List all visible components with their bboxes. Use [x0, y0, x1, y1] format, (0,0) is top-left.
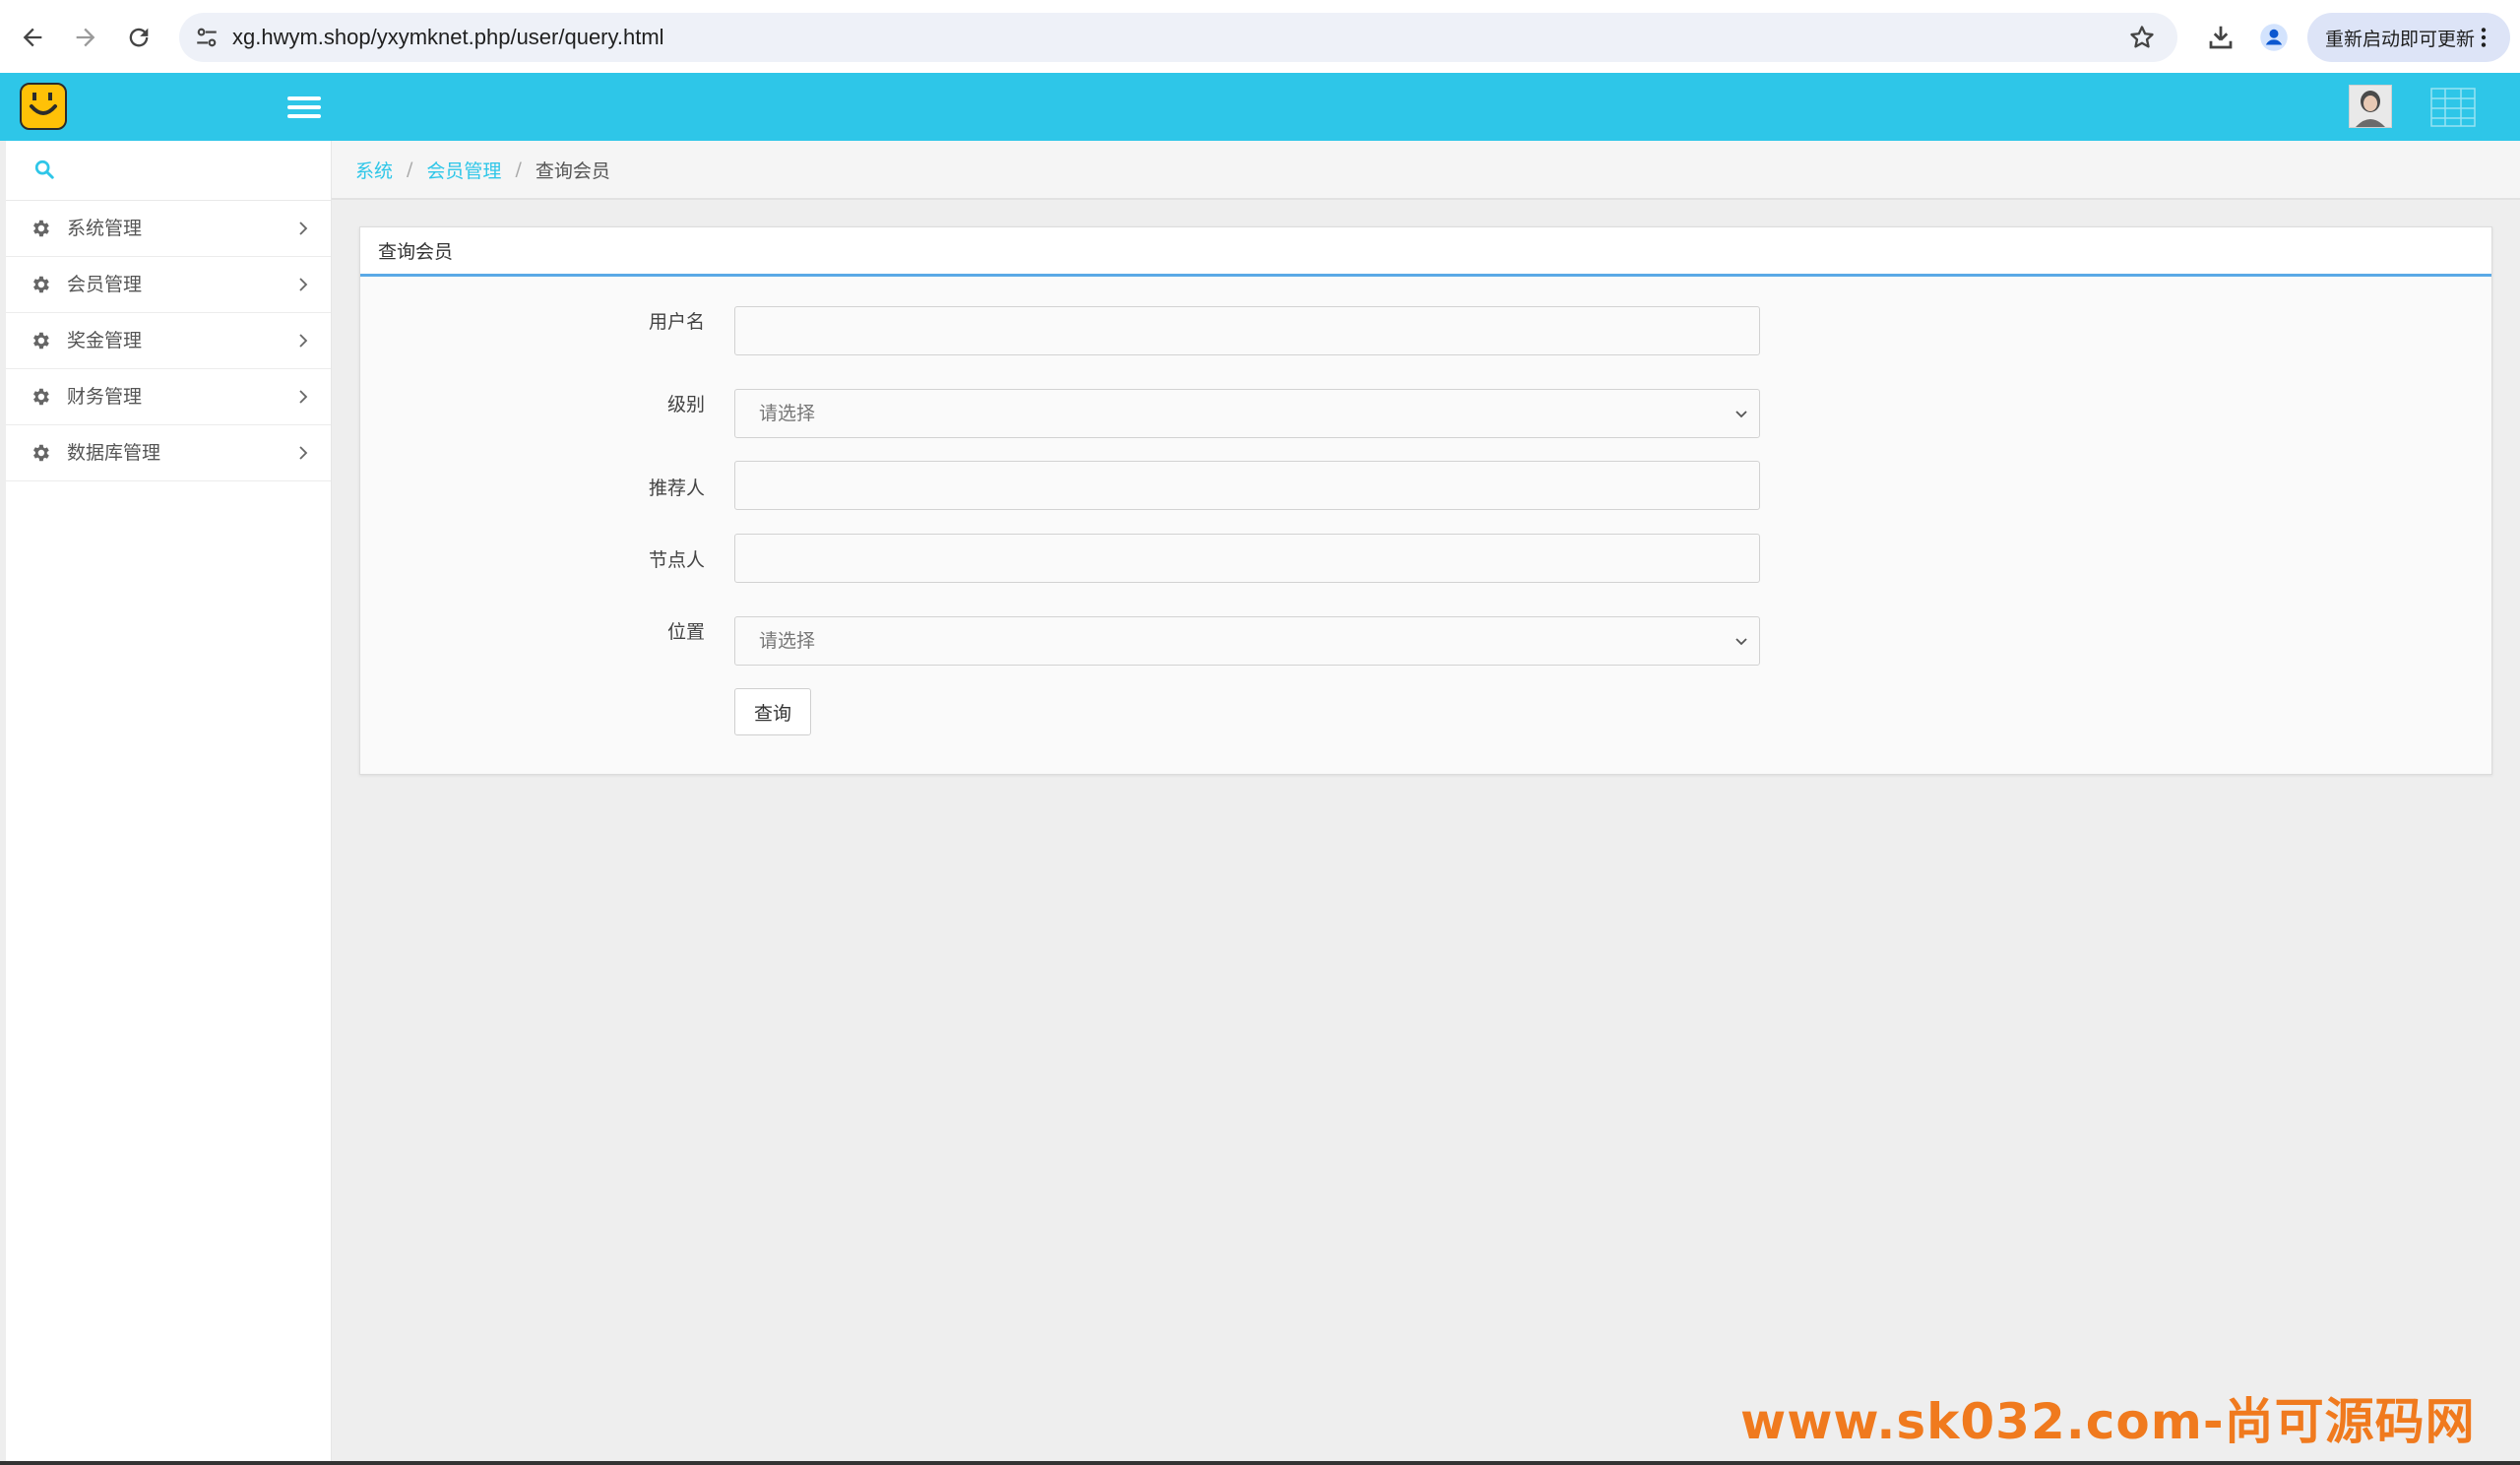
- tune-icon: [197, 28, 217, 47]
- sidebar: 系统管理 会员管理 奖金管理 财务管理 数据库管理: [6, 141, 332, 1465]
- sidebar-item-system[interactable]: 系统管理: [6, 201, 331, 257]
- download-button[interactable]: [2201, 18, 2240, 57]
- referrer-input[interactable]: [734, 461, 1760, 510]
- chevron-right-icon: [299, 222, 308, 235]
- sidebar-item-finance[interactable]: 财务管理: [6, 369, 331, 425]
- browser-toolbar: xg.hwym.shop/yxymknet.php/user/query.htm…: [0, 0, 2520, 74]
- gear-icon: [33, 388, 49, 406]
- chevron-down-icon: [1735, 638, 1747, 646]
- level-label: 级别: [666, 394, 705, 415]
- reload-button[interactable]: [116, 15, 161, 60]
- breadcrumb-link-members[interactable]: 会员管理: [426, 157, 501, 183]
- breadcrumb-separator: /: [515, 159, 522, 180]
- breadcrumb: 系统 / 会员管理 / 查询会员: [332, 141, 2520, 200]
- sidebar-item-label: 奖金管理: [67, 330, 143, 351]
- gear-icon: [33, 444, 49, 462]
- sidebar-item-label: 系统管理: [67, 218, 143, 239]
- bottom-edge: [0, 1461, 2520, 1465]
- sidebar-item-label: 会员管理: [67, 274, 143, 295]
- download-icon: [2209, 26, 2233, 49]
- referrer-label: 推荐人: [648, 478, 705, 499]
- arrow-right-icon: [76, 28, 95, 47]
- avatar-image-icon: [2350, 86, 2391, 127]
- level-select-value: 请选择: [759, 403, 816, 424]
- app-header: [0, 73, 2520, 141]
- address-bar[interactable]: xg.hwym.shop/yxymknet.php/user/query.htm…: [179, 13, 2177, 62]
- panel-header: 查询会员: [360, 227, 2491, 277]
- star-icon: [2130, 26, 2154, 48]
- header-decoration: [2424, 83, 2483, 132]
- gear-icon: [33, 220, 49, 237]
- sidebar-item-members[interactable]: 会员管理: [6, 257, 331, 313]
- chevron-right-icon: [299, 334, 308, 348]
- more-vert-icon: [2481, 28, 2487, 47]
- sidebar-item-label: 数据库管理: [67, 442, 161, 464]
- sidebar-item-bonus[interactable]: 奖金管理: [6, 313, 331, 369]
- position-label: 位置: [666, 621, 705, 643]
- query-member-panel: 查询会员 用户名 级别 请选择 推荐人 节点人 位置 请选择 查询: [359, 226, 2492, 775]
- chevron-right-icon: [299, 446, 308, 460]
- arrow-left-icon: [23, 28, 42, 47]
- panel-title: 查询会员: [378, 241, 454, 263]
- username-label: 用户名: [648, 311, 705, 333]
- position-select-value: 请选择: [759, 630, 816, 652]
- search-icon[interactable]: [33, 159, 55, 180]
- sidebar-toggle-button[interactable]: [287, 91, 321, 124]
- site-info-button[interactable]: [189, 20, 224, 55]
- user-avatar[interactable]: [2349, 85, 2392, 128]
- chevron-right-icon: [299, 278, 308, 291]
- chevron-right-icon: [299, 390, 308, 404]
- relaunch-update-label: 重新启动即可更新: [2325, 28, 2476, 50]
- level-select[interactable]: 请选择: [734, 389, 1760, 438]
- profile-button[interactable]: [2254, 18, 2294, 57]
- gear-icon: [33, 332, 49, 350]
- bookmark-button[interactable]: [2126, 22, 2158, 53]
- forward-button[interactable]: [63, 15, 108, 60]
- site-watermark: www.sk032.com-尚可源码网: [1740, 1393, 2476, 1450]
- sidebar-search[interactable]: [6, 141, 331, 201]
- chevron-down-icon: [1735, 411, 1747, 418]
- node-input[interactable]: [734, 534, 1760, 583]
- url-text[interactable]: xg.hwym.shop/yxymknet.php/user/query.htm…: [232, 13, 664, 62]
- hamburger-icon: [287, 96, 321, 100]
- app-logo[interactable]: [20, 83, 67, 130]
- reload-icon: [129, 28, 149, 47]
- breadcrumb-separator: /: [407, 159, 413, 180]
- sidebar-item-label: 财务管理: [67, 386, 143, 408]
- query-submit-button[interactable]: 查询: [734, 688, 811, 735]
- breadcrumb-link-system[interactable]: 系统: [355, 157, 393, 183]
- breadcrumb-current: 查询会员: [535, 159, 610, 182]
- sidebar-item-database[interactable]: 数据库管理: [6, 425, 331, 481]
- back-button[interactable]: [10, 15, 55, 60]
- position-select[interactable]: 请选择: [734, 616, 1760, 666]
- smiley-logo-icon: [30, 93, 57, 115]
- username-input[interactable]: [734, 306, 1760, 355]
- node-label: 节点人: [648, 549, 705, 571]
- gear-icon: [33, 276, 49, 293]
- relaunch-update-button[interactable]: 重新启动即可更新: [2307, 13, 2510, 62]
- person-icon: [2260, 24, 2288, 51]
